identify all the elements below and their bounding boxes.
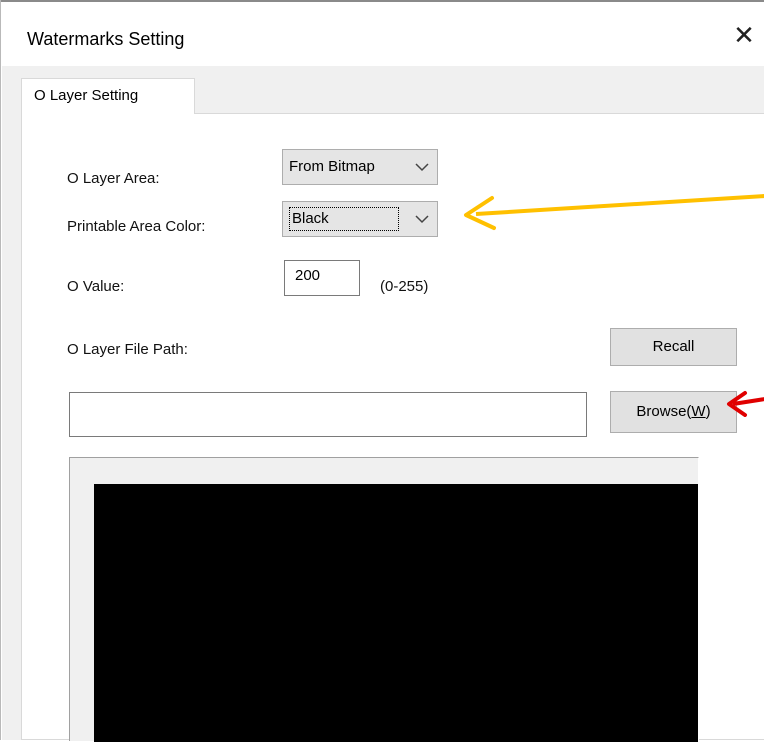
browse-accelerator-key: W: [691, 403, 706, 420]
annotation-arrow-yellow: [464, 194, 764, 230]
browse-label-suffix: ): [705, 403, 711, 420]
tab-o-layer-setting[interactable]: O Layer Setting: [21, 78, 195, 114]
o-layer-area-label: O Layer Area:: [67, 170, 160, 187]
browse-button[interactable]: Browse(W): [610, 391, 737, 433]
browse-label: Browse(: [636, 403, 692, 420]
o-layer-area-dropdown[interactable]: From Bitmap: [282, 149, 438, 185]
printable-area-color-value: Black: [289, 207, 399, 231]
o-layer-area-value: From Bitmap: [289, 158, 375, 175]
o-layer-preview-image: [94, 484, 698, 742]
annotation-arrow-red: [727, 391, 764, 417]
close-icon[interactable]: ✕: [729, 20, 759, 50]
printable-area-color-dropdown[interactable]: Black: [282, 201, 438, 237]
recall-button[interactable]: Recall: [610, 328, 737, 366]
printable-area-color-label: Printable Area Color:: [67, 218, 206, 235]
o-layer-preview-frame: [69, 457, 699, 742]
watermarks-setting-dialog: Watermarks Setting ✕ O Layer Setting O L…: [0, 0, 764, 742]
chevron-down-icon: [415, 150, 429, 184]
window-top-edge: [1, 0, 764, 2]
dialog-client-area: O Layer Setting O Layer Area: From Bitma…: [2, 66, 764, 742]
o-value-label: O Value:: [67, 278, 125, 295]
o-layer-file-path-label: O Layer File Path:: [67, 341, 188, 358]
o-layer-file-path-input[interactable]: [69, 392, 587, 437]
o-value-input[interactable]: 200: [284, 260, 360, 296]
chevron-down-icon: [415, 202, 429, 236]
o-value-range-label: (0-255): [380, 278, 429, 295]
dialog-title: Watermarks Setting: [27, 29, 185, 49]
